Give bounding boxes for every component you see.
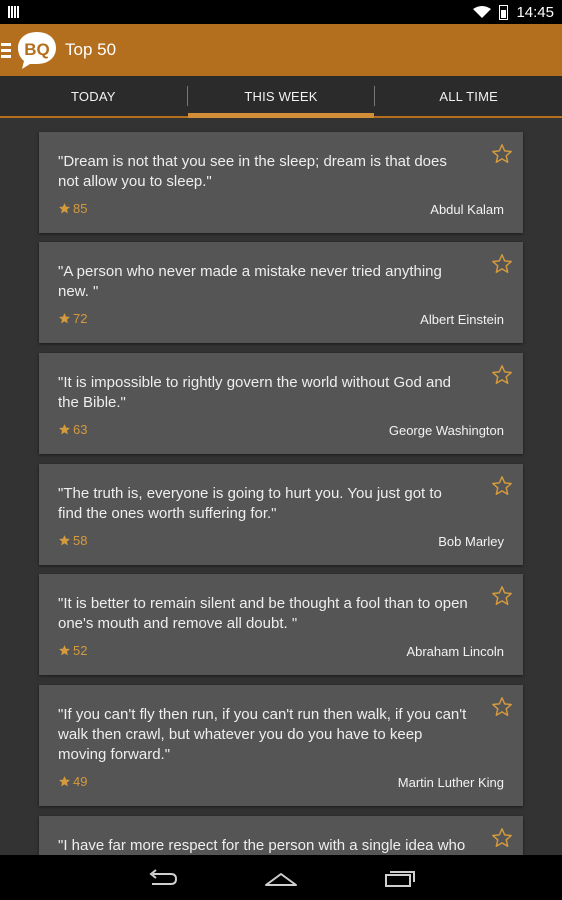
quote-card[interactable]: "A person who never made a mistake never… xyxy=(39,242,523,343)
score-star-icon xyxy=(59,424,70,435)
quote-text: "A person who never made a mistake never… xyxy=(58,263,442,300)
quote-author[interactable]: George Washington xyxy=(389,423,504,438)
battery-icon xyxy=(499,4,509,20)
clock: 14:45 xyxy=(516,3,554,21)
tab-label: THIS WEEK xyxy=(244,88,318,104)
quote-author[interactable]: Bob Marley xyxy=(438,534,504,549)
tab-label: ALL TIME xyxy=(439,88,499,104)
quote-list[interactable]: "Dream is not that you see in the sleep;… xyxy=(0,118,562,855)
home-icon[interactable] xyxy=(264,866,298,890)
favorite-star-icon[interactable] xyxy=(491,475,513,497)
recent-apps-icon[interactable] xyxy=(383,866,417,890)
status-bar: 14:45 xyxy=(0,0,562,24)
score: 85 xyxy=(58,201,87,216)
quote-card[interactable]: "Dream is not that you see in the sleep;… xyxy=(39,132,523,233)
score-value: 58 xyxy=(73,533,88,548)
quote-card[interactable]: "If you can't fly then run, if you can't… xyxy=(39,685,523,806)
notification-area xyxy=(8,6,20,18)
favorite-star-icon[interactable] xyxy=(491,585,513,607)
score: 72 xyxy=(58,311,87,326)
wifi-icon xyxy=(473,6,492,18)
quote-author[interactable]: Albert Einstein xyxy=(420,312,504,327)
score-star-icon xyxy=(59,203,70,214)
barcode-icon xyxy=(8,6,20,18)
quote-text: "It is better to remain silent and be th… xyxy=(58,595,468,632)
quote-card[interactable]: "It is better to remain silent and be th… xyxy=(39,574,523,675)
favorite-star-icon[interactable] xyxy=(491,364,513,386)
quote-card[interactable]: "The truth is, everyone is going to hurt… xyxy=(39,464,523,565)
score-star-icon xyxy=(59,535,70,546)
score: 49 xyxy=(58,774,87,789)
quote-author[interactable]: Abdul Kalam xyxy=(430,202,504,217)
score: 52 xyxy=(58,643,87,658)
tab-all-time[interactable]: ALL TIME xyxy=(375,76,562,116)
score-star-icon xyxy=(59,776,70,787)
score-value: 63 xyxy=(73,422,88,437)
score: 63 xyxy=(58,422,87,437)
tab-label: TODAY xyxy=(71,88,116,104)
quote-author[interactable]: Abraham Lincoln xyxy=(406,644,504,659)
score-value: 72 xyxy=(73,311,88,326)
app-logo-icon[interactable]: BQ xyxy=(16,30,58,70)
score-value: 85 xyxy=(73,201,88,216)
logo-text: BQ xyxy=(24,40,50,59)
tab-today[interactable]: TODAY xyxy=(0,76,187,116)
favorite-star-icon[interactable] xyxy=(491,827,513,849)
quote-card[interactable]: "I have far more respect for the person … xyxy=(39,816,523,855)
score-star-icon xyxy=(59,313,70,324)
favorite-star-icon[interactable] xyxy=(491,696,513,718)
quote-text: "Dream is not that you see in the sleep;… xyxy=(58,153,447,190)
tab-this-week[interactable]: THIS WEEK xyxy=(187,76,375,118)
favorite-star-icon[interactable] xyxy=(491,143,513,165)
quote-author[interactable]: Martin Luther King xyxy=(398,775,504,790)
quote-card[interactable]: "It is impossible to rightly govern the … xyxy=(39,353,523,454)
quote-text: "I have far more respect for the person … xyxy=(58,837,466,854)
score-value: 49 xyxy=(73,774,88,789)
navigation-bar xyxy=(0,855,562,900)
score-star-icon xyxy=(59,645,70,656)
back-icon[interactable] xyxy=(145,866,179,890)
quote-text: "The truth is, everyone is going to hurt… xyxy=(58,485,442,522)
menu-icon[interactable] xyxy=(0,42,14,58)
page-title: Top 50 xyxy=(65,40,117,59)
tab-bar: TODAY THIS WEEK ALL TIME xyxy=(0,76,562,118)
quote-text: "It is impossible to rightly govern the … xyxy=(58,374,452,411)
score: 58 xyxy=(58,533,87,548)
score-value: 52 xyxy=(73,643,88,658)
quote-text: "If you can't fly then run, if you can't… xyxy=(58,706,467,763)
system-indicators: 14:45 xyxy=(473,4,554,21)
app-bar: BQ Top 50 xyxy=(0,24,562,76)
favorite-star-icon[interactable] xyxy=(491,253,513,275)
